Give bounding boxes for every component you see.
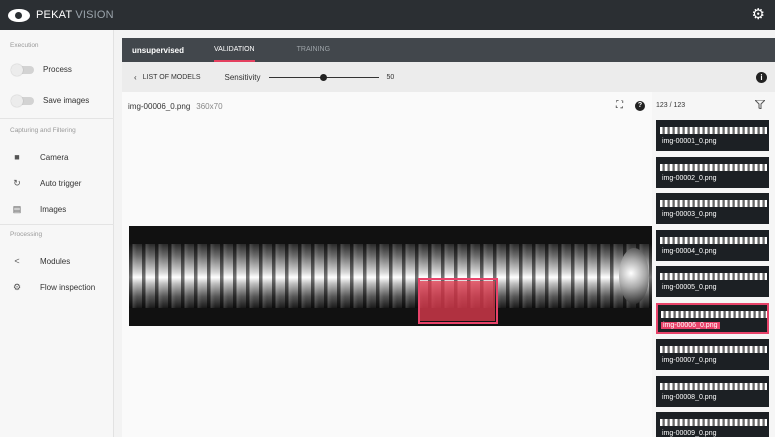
logo-suffix: VISION [75,9,114,21]
list-of-models-link[interactable]: LIST OF MODELS [143,74,201,81]
section-processing: Processing [10,231,43,238]
thumbnail-image [660,127,767,134]
thumbnail-item[interactable]: img-00003_0.png [656,193,769,224]
sensitivity-value: 50 [386,73,395,81]
sidebar: Execution Process Save images Capturing … [0,30,114,437]
process-label: Process [43,65,72,74]
settings-icon: ⚙ [12,282,22,292]
thumbnail-item[interactable]: img-00005_0.png [656,266,769,297]
sidebar-item-label: Images [40,205,67,214]
save-images-toggle[interactable] [11,94,34,107]
thumbnail-image [660,163,767,171]
camera-icon: ■ [14,152,20,162]
sidebar-item-modules[interactable]: < Modules [12,256,70,266]
thumbnail-image [660,273,767,280]
sidebar-item-camera[interactable]: ■ Camera [12,152,68,162]
sidebar-item-label: Modules [40,256,71,266]
image-viewer-panel: img-00006_0.png 360x70 ⛶ ? [122,92,652,437]
back-arrow-icon[interactable]: ‹ [134,73,137,82]
thumbnail-item[interactable]: img-00007_0.png [656,339,769,370]
thumbnail-label: img-00006_0.png [661,321,720,329]
section-execution: Execution [10,42,39,49]
thumbnail-label: img-00001_0.png [662,138,717,145]
thumbnail-label: img-00003_0.png [662,211,717,218]
sidebar-item-label: Camera [40,152,69,162]
thumbnail-image [660,382,767,390]
filter-icon[interactable] [755,100,765,109]
thumbnail-label: img-00007_0.png [662,357,717,364]
sidebar-item-label: Auto trigger [40,179,82,188]
images-icon: ▤ [12,204,22,214]
help-icon[interactable]: ? [635,101,645,111]
info-icon[interactable]: i [756,72,767,83]
thumbnail-label: img-00002_0.png [662,174,717,182]
refresh-icon: ↻ [13,178,21,188]
thumbnail-image [660,419,767,426]
thumbnail-label: img-00009_0.png [662,430,717,437]
app-root: PEKAT VISION ⚙ Execution Process Save im… [0,0,775,437]
screw-threads [129,244,652,308]
thumbnail-image [660,200,767,207]
thumbnail-item[interactable]: img-00002_0.png [656,156,769,188]
sensitivity-slider[interactable] [268,73,379,81]
thumbnail-item[interactable]: img-00006_0.png [656,302,769,334]
process-toggle[interactable] [11,63,34,76]
file-name: img-00006_0.png [128,102,191,111]
thumbnail-label: img-00008_0.png [662,393,717,401]
tab-validation[interactable]: VALIDATION [214,38,255,62]
thumbnail-image [660,346,767,353]
sidebar-divider [0,224,114,225]
file-dimensions: 360x70 [196,102,223,111]
tab-training[interactable]: TRAINING [297,38,330,62]
logo-text: PEKAT VISION [36,9,114,21]
thumbnail-item[interactable]: img-00001_0.png [656,120,769,151]
anomaly-bounding-box [418,278,498,324]
gear-icon[interactable]: ⚙ [752,7,765,22]
sidebar-item-flow-inspection[interactable]: ⚙ Flow inspection [12,282,95,293]
save-images-label: Save images [43,96,90,105]
sidebar-item-images[interactable]: ▤ Images [12,204,67,215]
thumbnail-label: img-00004_0.png [662,247,717,255]
logo: PEKAT VISION [8,8,114,22]
file-header: img-00006_0.png 360x70 [128,102,223,111]
top-bar: PEKAT VISION ⚙ [0,0,775,30]
thumbnail-item[interactable]: img-00008_0.png [656,375,769,407]
thumbnail-panel: 123 / 123 img-00001_0.png img-00002_0.png… [652,92,775,437]
toolbar: ‹ LIST OF MODELS Sensitivity 50 i [122,62,775,92]
section-capturing: Capturing and Filtering [10,127,76,134]
thumbnail-item[interactable]: img-00004_0.png [656,229,769,261]
sidebar-item-label: Flow inspection [40,283,96,292]
thumbnail-item[interactable]: img-00009_0.png [656,412,769,437]
sidebar-item-auto-trigger[interactable]: ↻ Auto trigger [12,178,81,189]
tab-bar: unsupervised VALIDATION TRAINING [122,38,775,62]
share-icon: < [14,256,20,266]
save-images-toggle-row[interactable]: Save images [11,94,90,107]
thumbnail-image [660,236,767,244]
sensitivity-slider-handle[interactable] [320,73,328,81]
logo-eye-icon [8,8,30,22]
inspection-image[interactable] [129,226,652,326]
thumbnail-label: img-00005_0.png [662,284,717,291]
image-count: 123 / 123 [656,102,686,109]
model-type-title: unsupervised [132,45,185,55]
logo-brand: PEKAT [36,9,73,21]
sidebar-divider [0,118,114,119]
screw-tip [619,248,649,304]
process-toggle-row[interactable]: Process [11,63,72,76]
expand-icon[interactable]: ⛶ [616,100,623,111]
thumbnail-image [661,310,767,318]
sensitivity-label: Sensitivity [224,72,261,82]
